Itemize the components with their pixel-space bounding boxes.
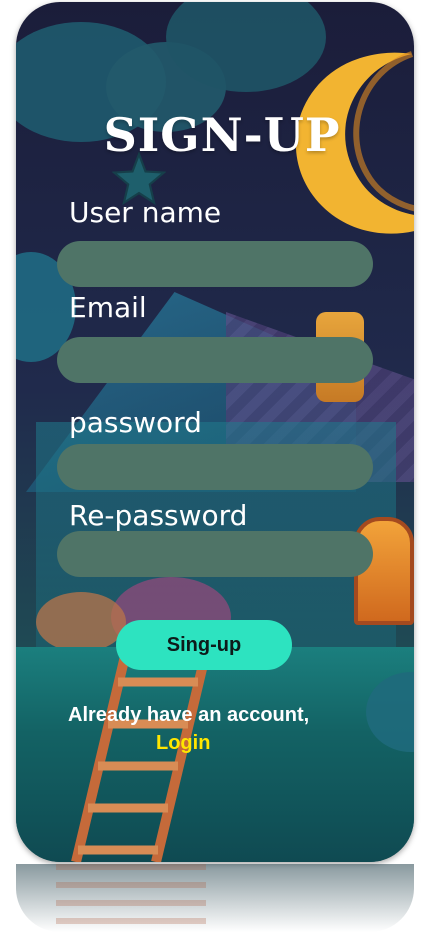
repassword-label: Re-password <box>69 499 248 532</box>
email-field[interactable] <box>57 337 373 383</box>
email-label: Email <box>69 291 147 324</box>
page-title: SIGN-UP <box>103 108 341 162</box>
login-link[interactable]: Login <box>156 732 210 755</box>
signup-button[interactable]: Sing-up <box>116 620 292 670</box>
signup-form: SIGN-UP User name Email password Re-pass… <box>0 0 430 932</box>
username-label: User name <box>69 196 222 229</box>
username-field[interactable] <box>57 241 373 287</box>
password-label: password <box>69 406 202 439</box>
repassword-field[interactable] <box>57 531 373 577</box>
password-field[interactable] <box>57 444 373 490</box>
login-prompt-text: Already have an account, <box>68 704 310 726</box>
